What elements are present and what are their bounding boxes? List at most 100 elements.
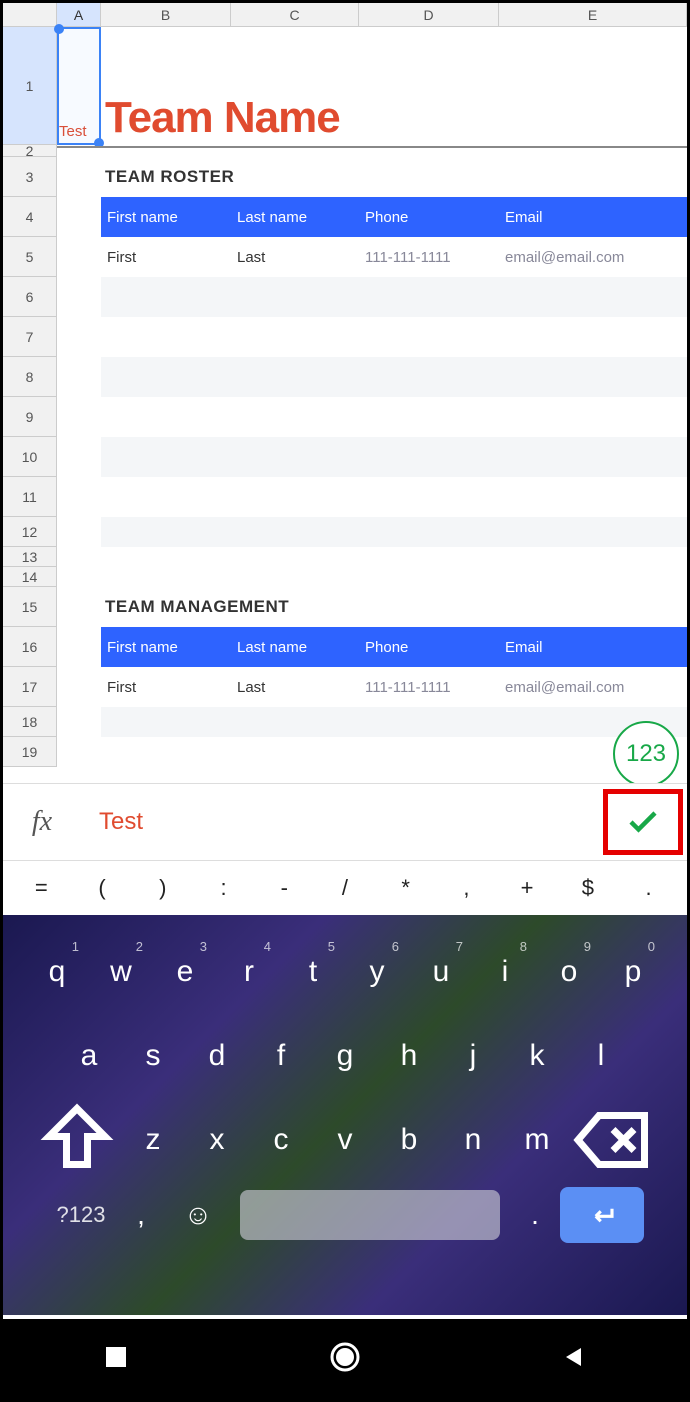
corner-cell[interactable] — [3, 3, 57, 27]
row-header-14[interactable]: 14 — [3, 567, 57, 587]
key-comma[interactable]: , — [116, 1199, 166, 1231]
col-header-c[interactable]: C — [231, 3, 359, 27]
key-y[interactable]: y6 — [347, 935, 407, 1009]
key-u[interactable]: u7 — [411, 935, 471, 1009]
table-row[interactable] — [101, 317, 687, 357]
key-m[interactable]: m — [507, 1103, 567, 1177]
key-o[interactable]: o9 — [539, 935, 599, 1009]
backspace-key[interactable] — [571, 1103, 655, 1177]
section-heading-mgmt[interactable]: TEAM MANAGEMENT — [57, 597, 289, 617]
key-n[interactable]: n — [443, 1103, 503, 1177]
row-header-8[interactable]: 8 — [3, 357, 57, 397]
key-q[interactable]: q1 — [27, 935, 87, 1009]
key-v[interactable]: v — [315, 1103, 375, 1177]
key-i[interactable]: i8 — [475, 935, 535, 1009]
row-header-19[interactable]: 19 — [3, 737, 57, 767]
row-header-2[interactable]: 2 — [3, 145, 57, 157]
back-button[interactable] — [561, 1344, 587, 1375]
row-header-15[interactable]: 15 — [3, 587, 57, 627]
key-g[interactable]: g — [315, 1019, 375, 1093]
key-p[interactable]: p0 — [603, 935, 663, 1009]
recent-apps-button[interactable] — [103, 1344, 129, 1375]
enter-key[interactable] — [560, 1187, 644, 1243]
key-t[interactable]: t5 — [283, 935, 343, 1009]
key-z[interactable]: z — [123, 1103, 183, 1177]
key-b[interactable]: b — [379, 1103, 439, 1177]
row-header-16[interactable]: 16 — [3, 627, 57, 667]
android-nav-bar — [3, 1319, 687, 1399]
sym-star[interactable]: * — [382, 875, 430, 901]
row-header-6[interactable]: 6 — [3, 277, 57, 317]
key-s[interactable]: s — [123, 1019, 183, 1093]
numeric-keypad-button[interactable]: 123 — [613, 721, 679, 783]
table-row[interactable]: First Last 111-111-1111 email@email.com — [101, 667, 687, 707]
cell-phone: 111-111-1111 — [359, 679, 499, 696]
sym-lparen[interactable]: ( — [78, 875, 126, 901]
roster-table-header[interactable]: First name Last name Phone Email — [101, 197, 687, 237]
sym-equals[interactable]: = — [17, 875, 65, 901]
sym-colon[interactable]: : — [200, 875, 248, 901]
row-header-9[interactable]: 9 — [3, 397, 57, 437]
confirm-button[interactable] — [603, 789, 683, 855]
row-header-17[interactable]: 17 — [3, 667, 57, 707]
row-header-13[interactable]: 13 — [3, 547, 57, 567]
cell-phone: 111-111-1111 — [359, 249, 499, 266]
shift-key[interactable] — [35, 1103, 119, 1177]
table-row[interactable] — [101, 437, 687, 477]
table-row[interactable] — [101, 707, 687, 737]
row-header-5[interactable]: 5 — [3, 237, 57, 277]
key-c[interactable]: c — [251, 1103, 311, 1177]
col-header-d[interactable]: D — [359, 3, 499, 27]
sheet-title[interactable]: Team Name — [105, 93, 340, 143]
fx-icon[interactable]: fx — [3, 806, 81, 838]
key-l[interactable]: l — [571, 1019, 631, 1093]
key-f[interactable]: f — [251, 1019, 311, 1093]
col-header-e[interactable]: E — [499, 3, 687, 27]
row-header-11[interactable]: 11 — [3, 477, 57, 517]
section-heading-roster[interactable]: TEAM ROSTER — [57, 167, 234, 187]
key-period[interactable]: . — [510, 1199, 560, 1231]
key-e[interactable]: e3 — [155, 935, 215, 1009]
sym-plus[interactable]: + — [503, 875, 551, 901]
mgmt-table-header[interactable]: First name Last name Phone Email — [101, 627, 687, 667]
table-row[interactable]: First Last 111-111-1111 email@email.com — [101, 237, 687, 277]
row-header-7[interactable]: 7 — [3, 317, 57, 357]
spacebar[interactable] — [240, 1190, 500, 1240]
table-row[interactable] — [101, 277, 687, 317]
row-header-4[interactable]: 4 — [3, 197, 57, 237]
home-button[interactable] — [328, 1340, 362, 1379]
key-d[interactable]: d — [187, 1019, 247, 1093]
col-header-a[interactable]: A — [57, 3, 101, 27]
soft-keyboard: q1w2e3r4t5y6u7i8o9p0 asdfghjkl zxcvbnm ?… — [3, 915, 687, 1315]
table-row[interactable] — [101, 477, 687, 517]
spreadsheet-grid[interactable]: A B C D E 1 Test Team Name 2 3 TEAM ROST… — [3, 3, 687, 783]
key-x[interactable]: x — [187, 1103, 247, 1177]
key-r[interactable]: r4 — [219, 935, 279, 1009]
key-a[interactable]: a — [59, 1019, 119, 1093]
row-header-1[interactable]: 1 — [3, 27, 57, 145]
sym-minus[interactable]: - — [260, 875, 308, 901]
formula-input[interactable] — [81, 808, 603, 836]
emoji-key[interactable]: ☺ — [168, 1187, 228, 1243]
square-icon — [103, 1344, 129, 1370]
row-header-18[interactable]: 18 — [3, 707, 57, 737]
row-header-10[interactable]: 10 — [3, 437, 57, 477]
table-row[interactable] — [101, 357, 687, 397]
keyboard-symbols-key[interactable]: ?123 — [46, 1202, 116, 1228]
table-row[interactable] — [101, 517, 687, 547]
sym-dollar[interactable]: $ — [564, 875, 612, 901]
row-header-3[interactable]: 3 — [3, 157, 57, 197]
key-k[interactable]: k — [507, 1019, 567, 1093]
row-header-12[interactable]: 12 — [3, 517, 57, 547]
sym-slash[interactable]: / — [321, 875, 369, 901]
key-h[interactable]: h — [379, 1019, 439, 1093]
key-w[interactable]: w2 — [91, 935, 151, 1009]
cell-a1-value[interactable]: Test — [59, 123, 87, 140]
sym-dot[interactable]: . — [625, 875, 673, 901]
sym-rparen[interactable]: ) — [139, 875, 187, 901]
backspace-icon — [571, 1098, 655, 1182]
key-j[interactable]: j — [443, 1019, 503, 1093]
table-row[interactable] — [101, 397, 687, 437]
col-header-b[interactable]: B — [101, 3, 231, 27]
sym-comma[interactable]: , — [442, 875, 490, 901]
